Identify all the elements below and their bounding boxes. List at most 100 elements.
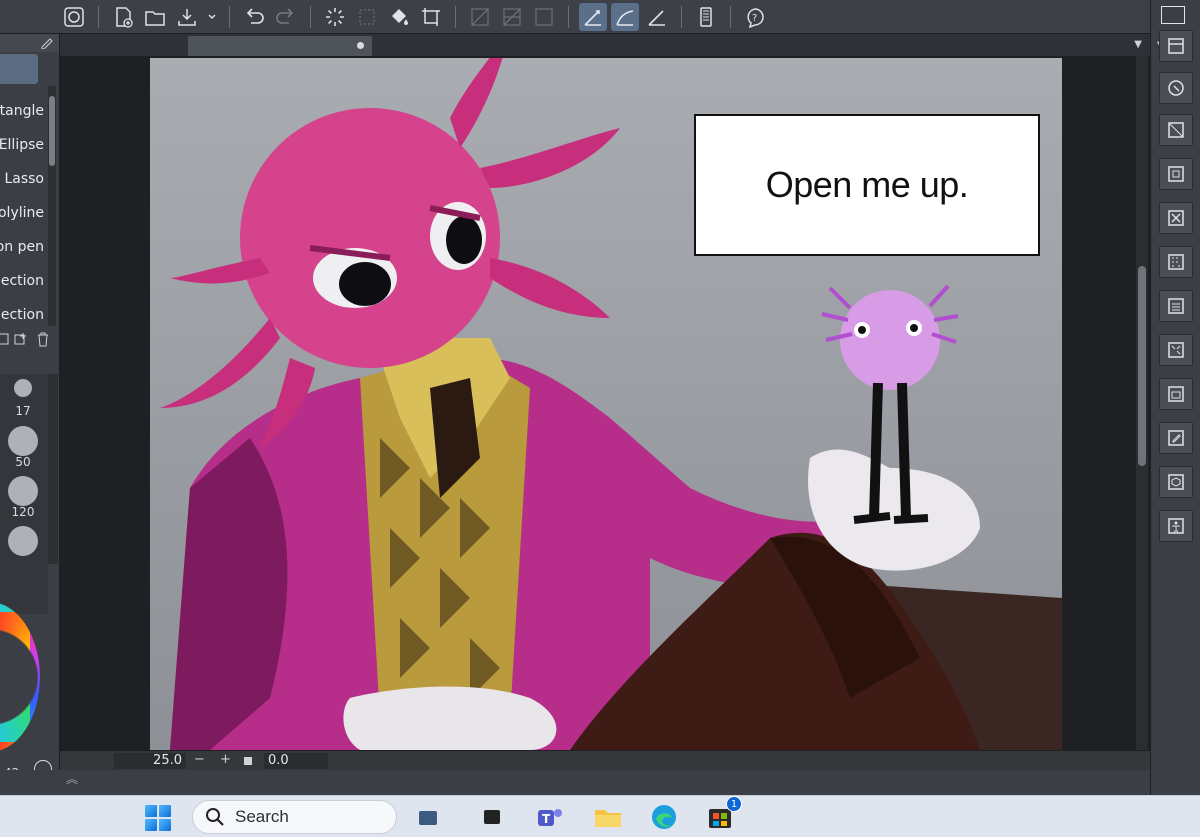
add-subtool-icon[interactable]	[14, 332, 28, 346]
svg-text:T: T	[542, 812, 551, 826]
panel-header	[0, 34, 59, 52]
toolbar-divider	[229, 5, 230, 28]
window-restore-icon[interactable]	[1161, 6, 1185, 24]
subtool-label: Selection	[0, 273, 44, 289]
palette-dock: ▼	[1150, 0, 1200, 795]
canvas-viewport[interactable]: Open me up.	[60, 56, 1150, 750]
taskbar-search[interactable]: Search	[192, 800, 397, 834]
subtool-label: Ellipse	[0, 137, 44, 153]
file-explorer-icon[interactable]	[592, 802, 624, 832]
ruler-snap-icon[interactable]	[579, 2, 607, 31]
sub-tool-group-tab[interactable]	[0, 54, 38, 84]
subtool-ellipse[interactable]: Ellipse	[0, 130, 46, 160]
save-options-chevron-icon[interactable]	[205, 3, 219, 31]
x-panel-icon[interactable]	[1159, 202, 1193, 234]
subtool-polyline[interactable]: Polyline	[0, 198, 46, 228]
layer-list-icon[interactable]	[1159, 290, 1193, 322]
subtool-lasso[interactable]: Lasso	[0, 164, 46, 194]
brush-size-scrollbar[interactable]	[48, 374, 58, 564]
windows-logo-pane	[145, 805, 157, 817]
os-taskbar: Search T 1	[0, 795, 1200, 837]
pose-icon[interactable]	[1159, 510, 1193, 542]
image-panel-icon[interactable]	[1159, 378, 1193, 410]
subtool-rectangle[interactable]: Rectangle	[0, 96, 46, 126]
texture-icon[interactable]	[1159, 246, 1193, 278]
subtool-selection-pen[interactable]: Selection pen	[0, 232, 46, 262]
rotation-field[interactable]: 0.0	[264, 753, 328, 769]
task-view-icon[interactable]	[412, 802, 444, 832]
toolbar-divider	[568, 5, 569, 28]
stop-icon[interactable]	[244, 757, 252, 765]
transform-icon[interactable]	[466, 3, 494, 31]
material-icon[interactable]	[1159, 158, 1193, 190]
save-icon[interactable]	[173, 3, 201, 31]
app-logo-icon[interactable]	[60, 3, 88, 31]
brush-size-swatch[interactable]	[14, 379, 32, 397]
search-label: Search	[235, 807, 289, 826]
layer-property-icon[interactable]	[1159, 30, 1193, 62]
selection-clear-icon[interactable]	[353, 3, 381, 31]
trash-icon[interactable]	[36, 331, 50, 347]
brush-size-label: 120	[11, 505, 35, 519]
help-icon[interactable]: ?	[741, 3, 769, 31]
edit-panel-icon[interactable]	[1159, 422, 1193, 454]
document-tab[interactable]	[188, 36, 372, 56]
special-ruler-snap-icon[interactable]	[611, 2, 639, 31]
microsoft-store-icon[interactable]: 1	[704, 796, 742, 832]
mesh-transform-icon[interactable]	[498, 3, 526, 31]
color-wheel[interactable]	[0, 602, 40, 752]
crop-icon[interactable]	[417, 3, 445, 31]
redo-icon[interactable]	[272, 3, 300, 31]
brush-size-label: 17	[15, 404, 31, 418]
svg-text:?: ?	[752, 13, 757, 24]
brush-size-swatch[interactable]	[8, 426, 38, 456]
zoom-in-button[interactable]: +	[220, 752, 231, 767]
artwork-canvas[interactable]: Open me up.	[150, 58, 1062, 750]
subtool-label: Polyline	[0, 205, 44, 221]
toolbar-divider	[730, 5, 731, 28]
zoom-field[interactable]: 25.0	[114, 753, 186, 769]
undo-icon[interactable]	[240, 3, 268, 31]
subtool-label: Selection pen	[0, 239, 44, 255]
edge-browser-icon[interactable]	[648, 802, 680, 832]
subtool-selection[interactable]: Selection	[0, 266, 46, 296]
scrollbar-thumb[interactable]	[49, 96, 55, 166]
canvas-vertical-scrollbar[interactable]	[1136, 56, 1148, 750]
grid-snap-icon[interactable]	[643, 3, 671, 31]
expand-chevron-icon[interactable]: ︽	[66, 770, 78, 787]
brush-size-swatch[interactable]	[8, 526, 38, 556]
color-mix-icon[interactable]	[1159, 334, 1193, 366]
close-tab-icon[interactable]	[357, 42, 364, 49]
brush-size-swatch[interactable]	[8, 476, 38, 506]
zoom-out-button[interactable]: −	[194, 752, 205, 767]
3d-object-icon[interactable]	[1159, 466, 1193, 498]
toolbar-divider	[98, 5, 99, 28]
tab-list-chevron-icon[interactable]: ▼	[1134, 39, 1142, 50]
main-toolbar: ?	[0, 0, 1150, 34]
sub-view-icon[interactable]	[1159, 114, 1193, 146]
windows-logo-pane	[145, 819, 157, 831]
loading-spinner-icon[interactable]	[321, 3, 349, 31]
speech-box: Open me up.	[694, 114, 1040, 256]
copy-subtool-icon[interactable]	[0, 332, 10, 346]
subtool-actions	[0, 330, 59, 350]
canvas-status-bar: 25.0 − + 0.0	[60, 750, 1150, 770]
fill-selection-icon[interactable]	[530, 3, 558, 31]
toolbar-divider	[310, 5, 311, 28]
widgets-icon[interactable]	[476, 802, 508, 832]
search-icon	[206, 808, 224, 826]
subtool-selection-2[interactable]: Selection	[0, 300, 46, 330]
subtool-scrollbar[interactable]	[48, 86, 56, 326]
bottom-panel-strip	[0, 770, 1150, 795]
start-button[interactable]	[142, 804, 174, 832]
fill-bucket-icon[interactable]	[385, 3, 413, 31]
new-file-icon[interactable]	[109, 3, 137, 31]
open-folder-icon[interactable]	[141, 3, 169, 31]
teams-icon[interactable]: T	[534, 802, 566, 832]
scrollbar-thumb[interactable]	[1138, 266, 1146, 466]
sub-tool-panel: Rectangle Ellipse Lasso Polyline Selecti…	[0, 34, 60, 794]
notification-badge: 1	[726, 796, 742, 812]
brush-size-label: 50	[15, 455, 31, 469]
device-icon[interactable]	[692, 3, 720, 31]
navigator-icon[interactable]	[1159, 72, 1193, 104]
